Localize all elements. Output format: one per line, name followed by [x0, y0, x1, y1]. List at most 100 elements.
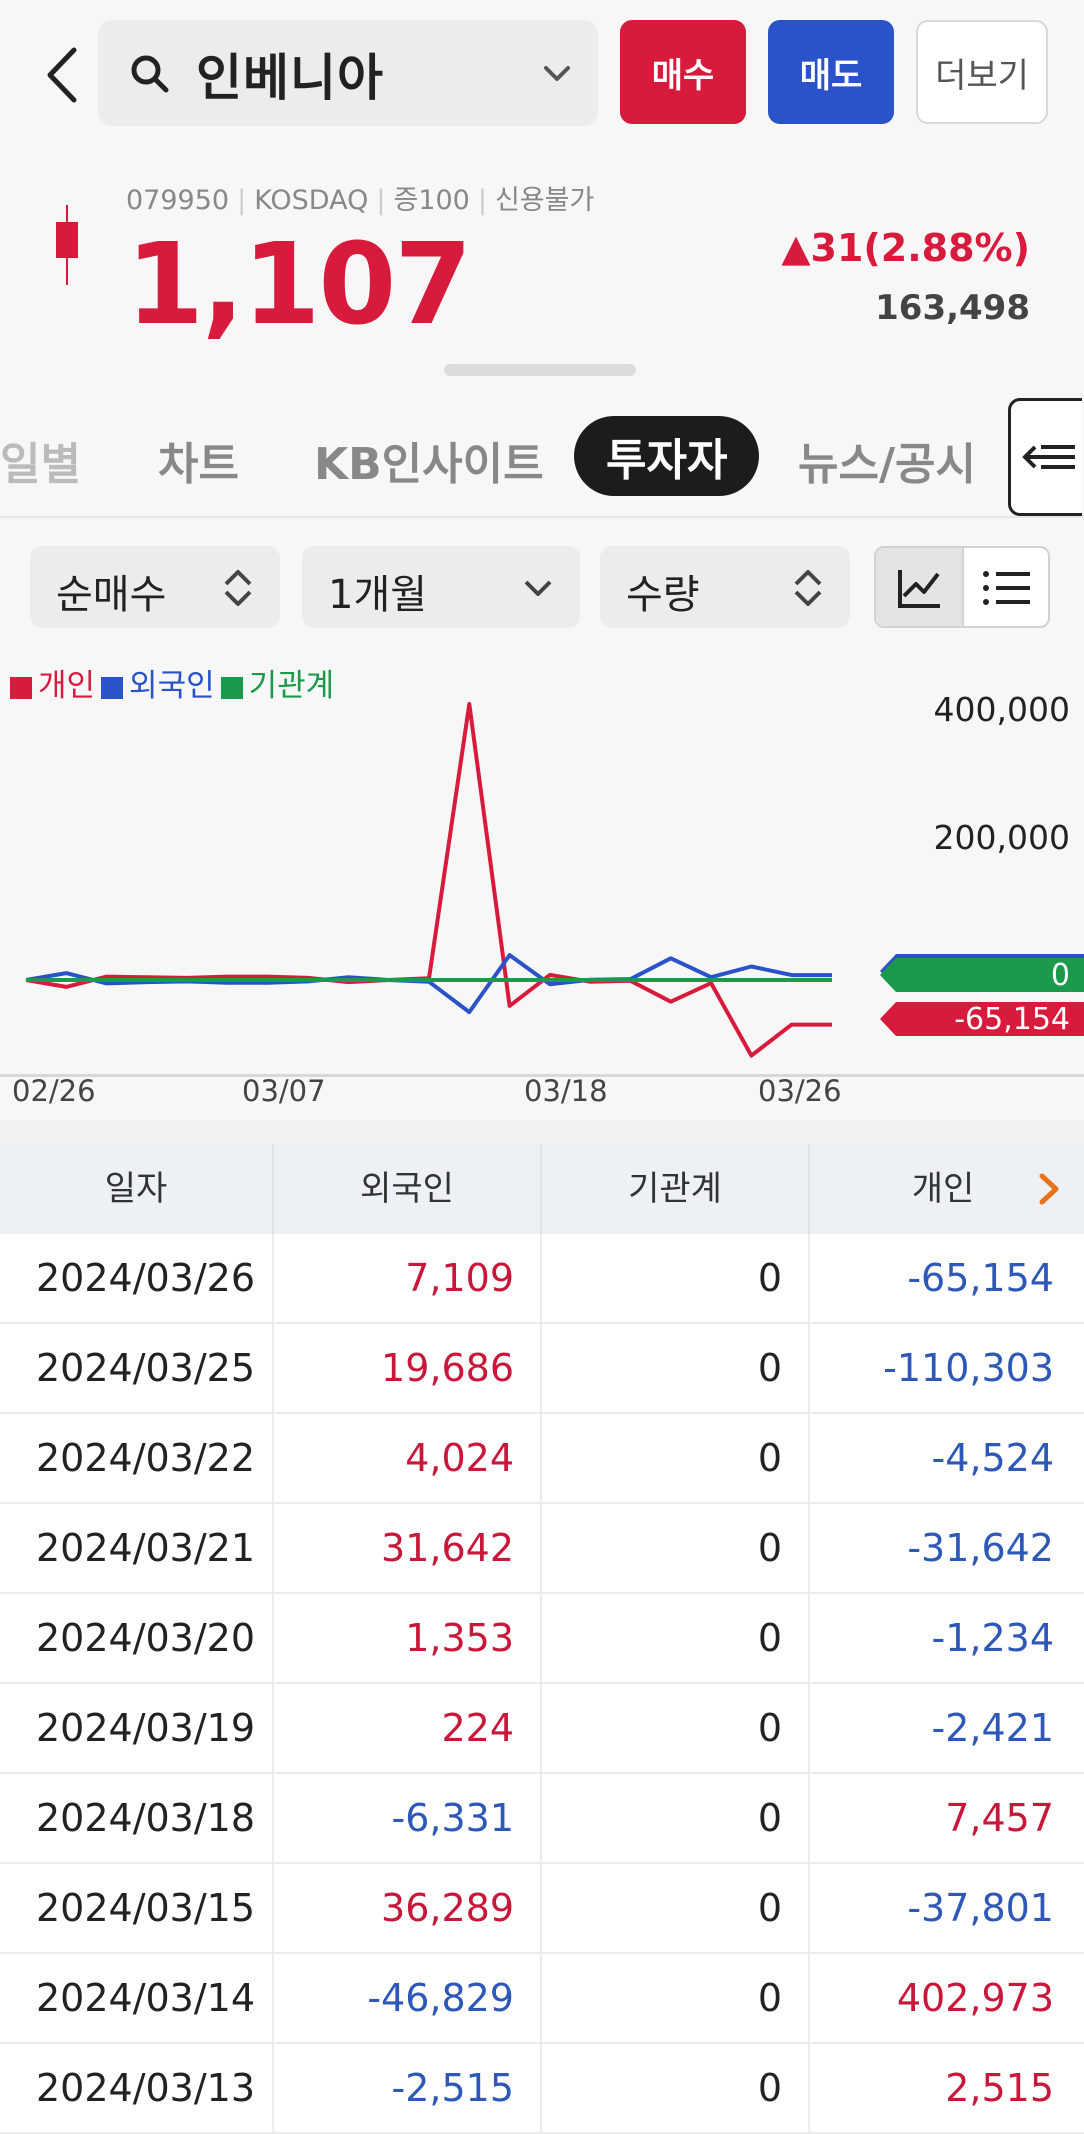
more-button[interactable]: 더보기 — [916, 20, 1048, 124]
column-divider — [808, 1684, 810, 1772]
cell-date: 2024/03/25 — [36, 1346, 256, 1390]
cell-individual: -1,234 — [931, 1616, 1055, 1660]
column-divider — [540, 1594, 542, 1682]
table-row[interactable]: 2024/03/20 1,353 0 -1,234 — [0, 1594, 1084, 1684]
column-divider — [808, 1414, 810, 1502]
type-select[interactable]: 순매수 — [30, 546, 280, 628]
table-row[interactable]: 2024/03/14 -46,829 0 402,973 — [0, 1954, 1084, 2044]
chart-view-button[interactable] — [876, 548, 964, 626]
stock-name: 인베니아 — [196, 49, 384, 107]
cell-individual: -110,303 — [883, 1346, 1054, 1390]
column-divider — [808, 1774, 810, 1862]
table-row[interactable]: 2024/03/15 36,289 0 -37,801 — [0, 1864, 1084, 1954]
investor-chart[interactable]: 400,000 200,000 7,1090-65,154 — [0, 690, 1084, 1090]
cell-institution: 0 — [757, 1796, 782, 1840]
column-divider — [540, 1324, 542, 1412]
table-row[interactable]: 2024/03/19 224 0 -2,421 — [0, 1684, 1084, 1774]
stock-code: 079950 — [126, 185, 230, 216]
view-toggle — [874, 546, 1050, 628]
table-row[interactable]: 2024/03/13 -2,515 0 2,515 — [0, 2044, 1084, 2134]
cell-foreign: 31,642 — [381, 1526, 514, 1570]
period-select-value: 1개월 — [328, 572, 428, 618]
chart-svg: 7,1090-65,154 — [25, 702, 1084, 1058]
column-divider — [272, 1234, 274, 1322]
column-divider — [808, 1954, 810, 2042]
chevron-down-icon — [524, 580, 552, 596]
period-select[interactable]: 1개월 — [302, 546, 580, 628]
market-name: KOSDAQ — [254, 185, 369, 216]
tab-kb-insight[interactable]: KB인사이트 — [314, 428, 544, 492]
column-divider — [540, 1684, 542, 1772]
list-icon — [983, 571, 1030, 605]
list-view-button[interactable] — [964, 548, 1048, 626]
column-divider — [272, 1774, 274, 1862]
column-divider — [272, 1864, 274, 1952]
column-divider — [540, 1774, 542, 1862]
sell-button[interactable]: 매도 — [768, 20, 894, 124]
column-divider — [272, 1324, 274, 1412]
column-divider — [808, 1144, 810, 1234]
tab-chart[interactable]: 차트 — [158, 428, 239, 492]
x-tick-label: 03/26 — [758, 1074, 842, 1108]
table-row[interactable]: 2024/03/18 -6,331 0 7,457 — [0, 1774, 1084, 1864]
tab-daily[interactable]: 일별 — [0, 428, 81, 492]
column-divider — [540, 1144, 542, 1234]
cell-foreign: -6,331 — [391, 1796, 515, 1840]
cell-institution: 0 — [757, 1256, 782, 1300]
column-divider — [540, 1864, 542, 1952]
cell-date: 2024/03/18 — [36, 1796, 256, 1840]
header-date: 일자 — [104, 1169, 168, 1209]
cell-individual: -37,801 — [907, 1886, 1054, 1930]
table-header: 일자 외국인 기관계 개인 — [0, 1144, 1084, 1234]
cell-individual: 7,457 — [945, 1796, 1054, 1840]
drag-handle[interactable] — [444, 364, 636, 376]
cell-institution: 0 — [757, 1616, 782, 1660]
table-row[interactable]: 2024/03/22 4,024 0 -4,524 — [0, 1414, 1084, 1504]
table-row[interactable]: 2024/03/21 31,642 0 -31,642 — [0, 1504, 1084, 1594]
stock-meta: 079950 | KOSDAQ | 증100 | 신용불가 — [126, 185, 595, 216]
cell-institution: 0 — [757, 1346, 782, 1390]
buy-button[interactable]: 매수 — [620, 20, 746, 124]
collapse-menu-icon — [1022, 445, 1075, 469]
cell-date: 2024/03/13 — [36, 2066, 256, 2110]
cell-date: 2024/03/19 — [36, 1706, 256, 1750]
cell-date: 2024/03/22 — [36, 1436, 256, 1480]
column-divider — [808, 1864, 810, 1952]
cell-date: 2024/03/21 — [36, 1526, 256, 1570]
column-divider — [540, 1234, 542, 1322]
cell-foreign: -46,829 — [367, 1976, 514, 2020]
tab-divider — [0, 516, 1084, 518]
series-line-0 — [25, 702, 832, 1058]
cell-date: 2024/03/14 — [36, 1976, 256, 2020]
column-divider — [808, 1234, 810, 1322]
margin-rate: 증100 — [393, 185, 470, 216]
candle-body — [56, 222, 78, 258]
chevron-down-icon[interactable] — [540, 58, 574, 88]
price-change: ▲31(2.88%) — [781, 226, 1030, 270]
cell-institution: 0 — [757, 1886, 782, 1930]
tab-investor[interactable]: 투자자 — [574, 416, 760, 496]
column-divider — [540, 1504, 542, 1592]
type-select-value: 순매수 — [56, 572, 167, 618]
cell-foreign: -2,515 — [391, 2066, 515, 2110]
tab-news[interactable]: 뉴스/공시 — [798, 428, 976, 492]
column-divider — [540, 2044, 542, 2132]
cell-institution: 0 — [757, 1526, 782, 1570]
cell-individual: -2,421 — [931, 1706, 1055, 1750]
cell-institution: 0 — [757, 1436, 782, 1480]
up-down-icon — [224, 570, 252, 606]
table-row[interactable]: 2024/03/25 19,686 0 -110,303 — [0, 1324, 1084, 1414]
header-foreign: 외국인 — [360, 1169, 454, 1209]
unit-select-value: 수량 — [626, 572, 700, 618]
scroll-right-icon[interactable] — [1036, 1172, 1062, 1210]
table-row[interactable]: 2024/03/26 7,109 0 -65,154 — [0, 1234, 1084, 1324]
tab-bar: 일별 차트 KB인사이트 투자자 뉴스/공시 — [0, 400, 1084, 510]
tab-menu-button[interactable] — [1008, 398, 1082, 516]
column-divider — [808, 2044, 810, 2132]
unit-select[interactable]: 수량 — [600, 546, 850, 628]
trade-volume: 163,498 — [875, 288, 1030, 328]
cell-foreign: 19,686 — [381, 1346, 514, 1390]
back-button[interactable] — [38, 40, 88, 110]
cell-date: 2024/03/20 — [36, 1616, 256, 1660]
cell-foreign: 36,289 — [381, 1886, 514, 1930]
